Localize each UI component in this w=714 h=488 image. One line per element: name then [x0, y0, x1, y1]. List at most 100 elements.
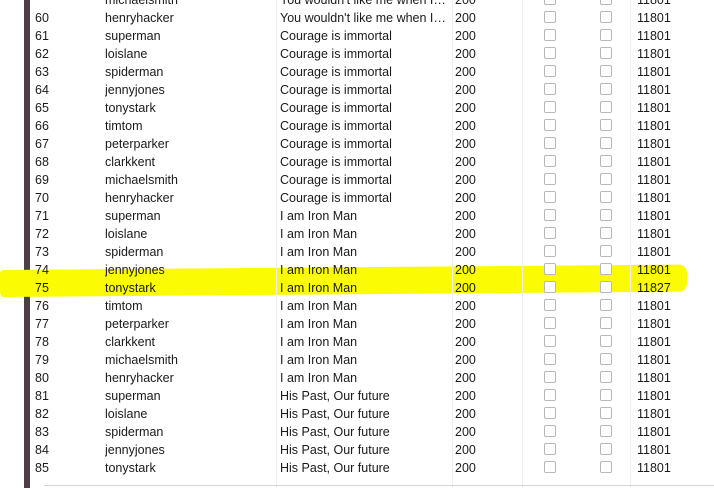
- count-cell: 11801: [637, 263, 671, 277]
- count-cell: 11801: [637, 119, 671, 133]
- checkbox[interactable]: [600, 65, 612, 77]
- table-row[interactable]: 76 timtom I am Iron Man 200 11801: [30, 297, 714, 315]
- checkbox[interactable]: [600, 407, 612, 419]
- table-row[interactable]: 79 michaelsmith I am Iron Man 200 11801: [30, 351, 714, 369]
- checkbox[interactable]: [544, 0, 556, 5]
- message-cell: Courage is immortal: [280, 29, 392, 43]
- username-cell: timtom: [105, 299, 143, 313]
- message-cell: His Past, Our future: [280, 443, 390, 457]
- username-cell: timtom: [105, 119, 143, 133]
- table-row[interactable]: 68 clarkkent Courage is immortal 200 11801: [30, 153, 714, 171]
- count-cell: 11801: [637, 317, 671, 331]
- checkbox[interactable]: [544, 29, 556, 41]
- checkbox[interactable]: [600, 281, 612, 293]
- checkbox[interactable]: [544, 65, 556, 77]
- table-row[interactable]: 74 jennyjones I am Iron Man 200 11801: [30, 261, 714, 279]
- message-cell: Courage is immortal: [280, 155, 392, 169]
- checkbox[interactable]: [544, 317, 556, 329]
- checkbox[interactable]: [544, 137, 556, 149]
- checkbox[interactable]: [600, 299, 612, 311]
- table-row[interactable]: 82 loislane His Past, Our future 200 11801: [30, 405, 714, 423]
- checkbox[interactable]: [600, 227, 612, 239]
- count-cell: 11801: [637, 245, 671, 259]
- table-row[interactable]: 69 michaelsmith Courage is immortal 200 1180…: [30, 171, 714, 189]
- checkbox[interactable]: [600, 461, 612, 473]
- table-row[interactable]: 62 loislane Courage is immortal 200 11801: [30, 45, 714, 63]
- table-row[interactable]: 81 superman His Past, Our future 200 11801: [30, 387, 714, 405]
- table-bottom-border: [44, 485, 714, 486]
- checkbox[interactable]: [600, 317, 612, 329]
- checkbox[interactable]: [600, 155, 612, 167]
- table-row[interactable]: 64 jennyjones Courage is immortal 200 11801: [30, 81, 714, 99]
- row-id-cell: 73: [35, 245, 49, 259]
- checkbox[interactable]: [544, 407, 556, 419]
- checkbox[interactable]: [544, 263, 556, 275]
- status-code-cell: 200: [455, 47, 476, 61]
- table-row[interactable]: 73 spiderman I am Iron Man 200 11801: [30, 243, 714, 261]
- checkbox[interactable]: [600, 137, 612, 149]
- table-row[interactable]: 80 henryhacker I am Iron Man 200 11801: [30, 369, 714, 387]
- table-row-partial[interactable]: michaelsmith You wouldn't like me when I…: [30, 0, 714, 9]
- checkbox[interactable]: [544, 425, 556, 437]
- table-row[interactable]: 60 henryhacker You wouldn't like me when I…: [30, 9, 714, 27]
- table-row[interactable]: 61 superman Courage is immortal 200 11801: [30, 27, 714, 45]
- checkbox[interactable]: [600, 389, 612, 401]
- checkbox[interactable]: [544, 371, 556, 383]
- checkbox[interactable]: [544, 83, 556, 95]
- status-code-cell: 200: [455, 353, 476, 367]
- checkbox[interactable]: [544, 245, 556, 257]
- checkbox[interactable]: [600, 0, 612, 5]
- checkbox[interactable]: [544, 173, 556, 185]
- table-row[interactable]: 66 timtom Courage is immortal 200 11801: [30, 117, 714, 135]
- checkbox[interactable]: [600, 119, 612, 131]
- checkbox[interactable]: [600, 191, 612, 203]
- checkbox[interactable]: [600, 371, 612, 383]
- table-row[interactable]: 71 superman I am Iron Man 200 11801: [30, 207, 714, 225]
- checkbox[interactable]: [600, 443, 612, 455]
- table-row[interactable]: 85 tonystark His Past, Our future 200 11801: [30, 459, 714, 477]
- checkbox[interactable]: [600, 47, 612, 59]
- table-row[interactable]: 75 tonystark I am Iron Man 200 11827: [30, 279, 714, 297]
- checkbox[interactable]: [544, 119, 556, 131]
- checkbox[interactable]: [544, 101, 556, 113]
- checkbox[interactable]: [600, 263, 612, 275]
- table-row[interactable]: 70 henryhacker Courage is immortal 200 11801: [30, 189, 714, 207]
- table-row[interactable]: 67 peterparker Courage is immortal 200 11801: [30, 135, 714, 153]
- checkbox[interactable]: [544, 299, 556, 311]
- username-cell: michaelsmith: [105, 173, 178, 187]
- message-cell: Courage is immortal: [280, 47, 392, 61]
- checkbox[interactable]: [600, 11, 612, 23]
- checkbox[interactable]: [544, 353, 556, 365]
- username-cell: tonystark: [105, 101, 156, 115]
- checkbox[interactable]: [544, 11, 556, 23]
- checkbox[interactable]: [544, 227, 556, 239]
- table-row[interactable]: 65 tonystark Courage is immortal 200 11801: [30, 99, 714, 117]
- checkbox[interactable]: [544, 209, 556, 221]
- checkbox[interactable]: [544, 389, 556, 401]
- checkbox[interactable]: [544, 335, 556, 347]
- table-row[interactable]: 78 clarkkent I am Iron Man 200 11801: [30, 333, 714, 351]
- message-cell: His Past, Our future: [280, 407, 390, 421]
- checkbox[interactable]: [600, 83, 612, 95]
- checkbox[interactable]: [544, 461, 556, 473]
- checkbox[interactable]: [600, 173, 612, 185]
- table-row[interactable]: 63 spiderman Courage is immortal 200 11801: [30, 63, 714, 81]
- checkbox[interactable]: [600, 353, 612, 365]
- checkbox[interactable]: [544, 443, 556, 455]
- checkbox[interactable]: [600, 209, 612, 221]
- checkbox[interactable]: [600, 335, 612, 347]
- table-row[interactable]: 84 jennyjones His Past, Our future 200 11801: [30, 441, 714, 459]
- table-row[interactable]: 72 loislane I am Iron Man 200 11801: [30, 225, 714, 243]
- message-cell: I am Iron Man: [280, 335, 358, 349]
- checkbox[interactable]: [544, 191, 556, 203]
- row-id-cell: 62: [35, 47, 49, 61]
- table-row[interactable]: 83 spiderman His Past, Our future 200 11801: [30, 423, 714, 441]
- checkbox[interactable]: [544, 155, 556, 167]
- checkbox[interactable]: [600, 29, 612, 41]
- checkbox[interactable]: [600, 101, 612, 113]
- checkbox[interactable]: [600, 245, 612, 257]
- checkbox[interactable]: [544, 47, 556, 59]
- checkbox[interactable]: [600, 425, 612, 437]
- table-row[interactable]: 77 peterparker I am Iron Man 200 11801: [30, 315, 714, 333]
- checkbox[interactable]: [544, 281, 556, 293]
